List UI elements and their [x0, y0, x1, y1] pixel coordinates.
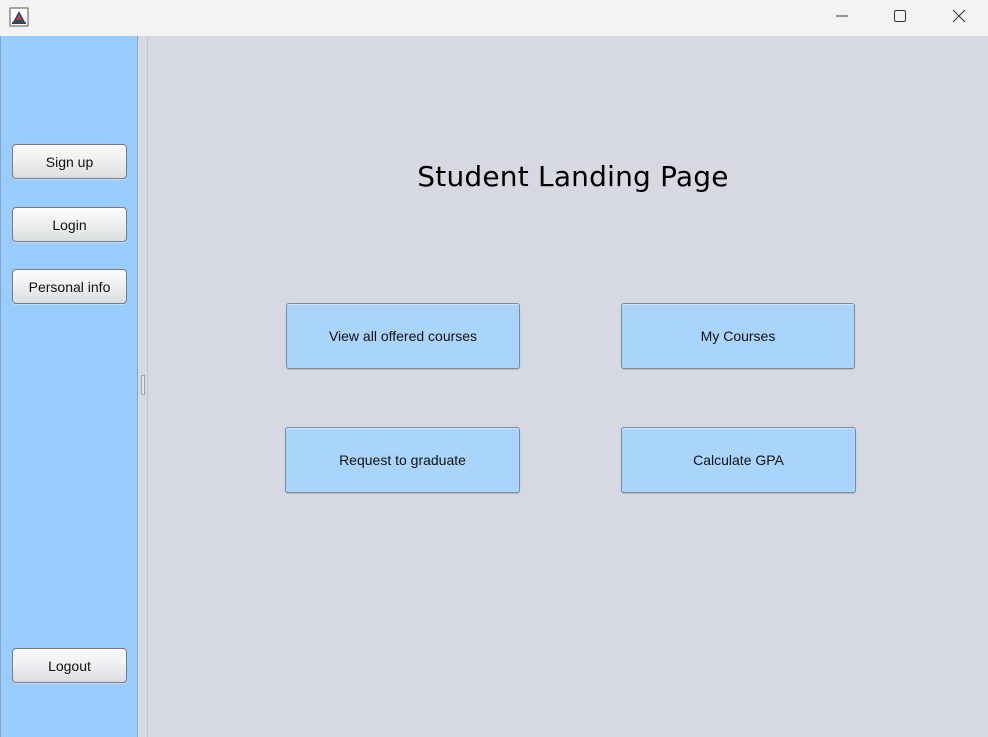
page-title: Student Landing Page: [148, 160, 988, 193]
maximize-icon: [893, 8, 907, 27]
personal-info-button[interactable]: Personal info: [12, 269, 127, 304]
split-pane-divider[interactable]: [137, 36, 148, 737]
title-bar[interactable]: [0, 0, 988, 36]
close-icon: [952, 8, 966, 27]
minimize-button[interactable]: [819, 0, 865, 34]
sign-up-button[interactable]: Sign up: [12, 144, 127, 179]
main-panel: [148, 36, 988, 737]
divider-grip-handle[interactable]: [141, 375, 145, 395]
java-app-icon: [9, 7, 29, 27]
close-button[interactable]: [936, 0, 982, 34]
my-courses-button[interactable]: My Courses: [621, 303, 855, 369]
view-all-offered-courses-button[interactable]: View all offered courses: [286, 303, 520, 369]
minimize-icon: [835, 8, 849, 27]
app-window: Sign up Login Personal info Logout Stude…: [0, 0, 988, 737]
maximize-button[interactable]: [877, 0, 923, 34]
sidebar: Sign up Login Personal info Logout: [0, 36, 137, 737]
request-to-graduate-button[interactable]: Request to graduate: [285, 427, 520, 493]
page-title-text: Student Landing Page: [417, 160, 729, 193]
login-button[interactable]: Login: [12, 207, 127, 242]
logout-button[interactable]: Logout: [12, 648, 127, 683]
calculate-gpa-button[interactable]: Calculate GPA: [621, 427, 856, 493]
